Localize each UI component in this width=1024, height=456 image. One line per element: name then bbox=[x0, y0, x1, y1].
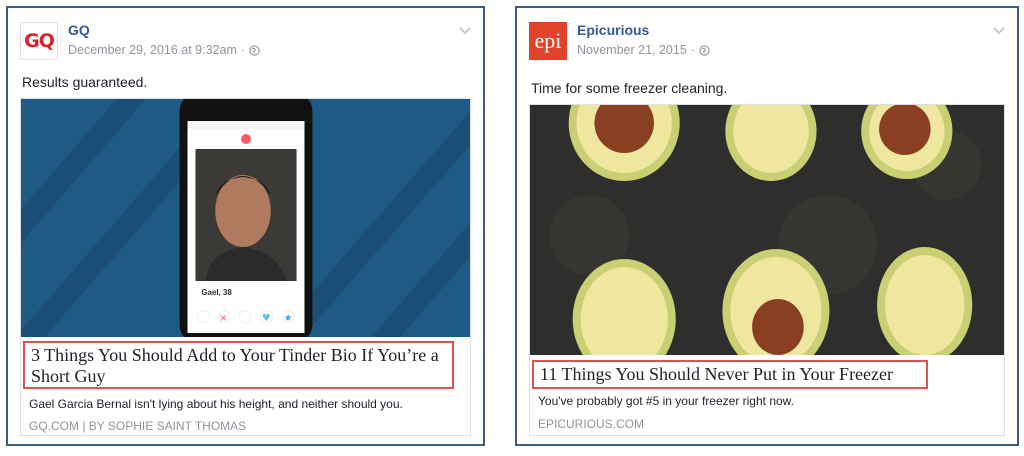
link-description: Gael Garcia Bernal isn't lying about his… bbox=[29, 397, 403, 411]
post-timestamp-link[interactable]: December 29, 2016 at 9:32am bbox=[68, 43, 237, 57]
link-source: GQ.COM | BY SOPHIE SAINT THOMAS bbox=[29, 419, 247, 433]
post-message: Time for some freezer cleaning. bbox=[531, 80, 728, 96]
link-preview[interactable]: 11 Things You Should Never Put in Your F… bbox=[529, 104, 1005, 436]
link-preview-image[interactable]: Gael, 38 × ♥ ★ bbox=[21, 99, 470, 337]
link-description: You've probably got #5 in your freezer r… bbox=[538, 394, 795, 408]
post-meta: December 29, 2016 at 9:32am · bbox=[68, 43, 260, 57]
avocado-image bbox=[530, 105, 1004, 355]
chevron-down-icon[interactable] bbox=[459, 26, 471, 36]
post-header: GQ GQ December 29, 2016 at 9:32am · bbox=[18, 20, 473, 64]
chevron-down-icon[interactable] bbox=[993, 26, 1005, 36]
gq-logo[interactable]: GQ bbox=[20, 22, 58, 60]
globe-icon[interactable] bbox=[699, 44, 710, 56]
link-source: EPICURIOUS.COM bbox=[538, 417, 645, 431]
post-meta: November 21, 2015 · bbox=[577, 43, 710, 57]
post-message: Results guaranteed. bbox=[22, 74, 148, 90]
meta-separator: · bbox=[240, 43, 246, 57]
page-name-link[interactable]: Epicurious bbox=[577, 22, 649, 38]
svg-text:×: × bbox=[219, 313, 227, 324]
link-preview-image[interactable] bbox=[530, 105, 1004, 355]
svg-text:♥: ♥ bbox=[262, 313, 271, 324]
profile-name-age: Gael, 38 bbox=[201, 288, 232, 297]
post-card-epicurious: epi Epicurious November 21, 2015 · Time … bbox=[515, 6, 1019, 446]
link-title[interactable]: 3 Things You Should Add to Your Tinder B… bbox=[23, 341, 454, 389]
epicurious-logo[interactable]: epi bbox=[529, 22, 567, 60]
globe-icon[interactable] bbox=[249, 44, 260, 56]
link-title[interactable]: 11 Things You Should Never Put in Your F… bbox=[532, 360, 928, 389]
page-name-link[interactable]: GQ bbox=[68, 22, 90, 38]
post-card-gq: GQ GQ December 29, 2016 at 9:32am · Resu… bbox=[6, 6, 485, 446]
post-header: epi Epicurious November 21, 2015 · bbox=[527, 20, 1007, 64]
post-timestamp-link[interactable]: November 21, 2015 bbox=[577, 43, 687, 57]
meta-separator: · bbox=[690, 43, 695, 57]
tinder-phone-image: Gael, 38 × ♥ ★ bbox=[21, 99, 470, 337]
link-preview[interactable]: Gael, 38 × ♥ ★ 3 Things You Should Add t… bbox=[20, 98, 471, 436]
svg-text:★: ★ bbox=[284, 313, 293, 324]
